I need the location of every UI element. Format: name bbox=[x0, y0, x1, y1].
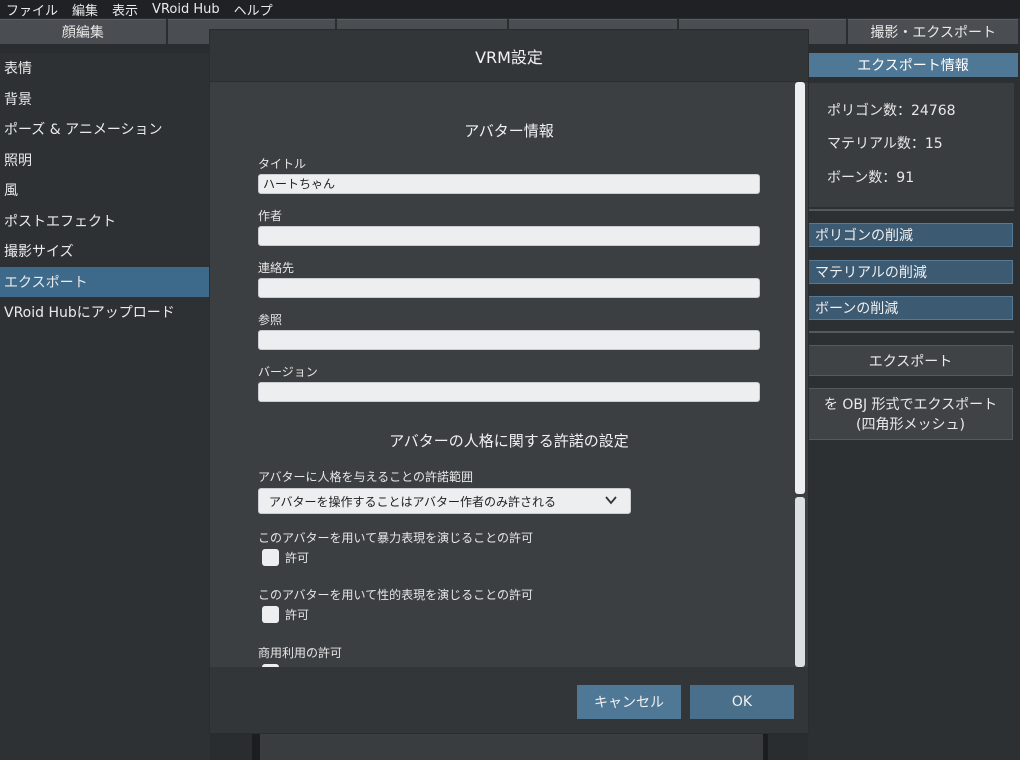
menu-vroid-hub[interactable]: VRoid Hub bbox=[152, 2, 220, 17]
menu-view[interactable]: 表示 bbox=[112, 0, 138, 19]
left-sidebar: 表情 背景 ポーズ & アニメーション 照明 風 ポストエフェクト 撮影サイズ … bbox=[0, 53, 210, 760]
dialog-title: VRM設定 bbox=[210, 30, 808, 82]
violence-permission-checkbox-label: 許可 bbox=[285, 551, 310, 565]
version-input[interactable] bbox=[258, 382, 760, 402]
material-count: マテリアル数：15 bbox=[827, 136, 943, 152]
sidebar-item-shoot-size[interactable]: 撮影サイズ bbox=[0, 236, 210, 267]
sexual-permission-checkbox[interactable] bbox=[262, 606, 279, 623]
export-button[interactable]: エクスポート bbox=[808, 345, 1013, 376]
sidebar-item-export[interactable]: エクスポート bbox=[0, 266, 210, 297]
sidebar-item-lighting[interactable]: 照明 bbox=[0, 145, 210, 176]
export-obj-label-line2: (四角形メッシュ) bbox=[856, 417, 965, 433]
title-input[interactable]: ハートちゃん bbox=[258, 174, 760, 194]
tab-face-edit[interactable]: 顔編集 bbox=[0, 19, 166, 44]
sidebar-item-post-effect[interactable]: ポストエフェクト bbox=[0, 206, 210, 237]
scrollbar-thumb[interactable] bbox=[795, 82, 805, 494]
contact-label: 連絡先 bbox=[258, 261, 295, 275]
cancel-button[interactable]: キャンセル bbox=[577, 685, 681, 719]
bone-count: ボーン数：91 bbox=[827, 170, 915, 186]
sidebar-item-expression[interactable]: 表情 bbox=[0, 53, 210, 84]
scrollbar-track-lower[interactable] bbox=[795, 497, 805, 667]
vrm-settings-dialog: VRM設定 アバター情報 タイトル ハートちゃん 作者 連絡先 参照 バージョン… bbox=[210, 30, 808, 733]
persona-permission-value: アバターを操作することはアバター作者のみ許される bbox=[269, 494, 557, 509]
menu-help[interactable]: ヘルプ bbox=[234, 0, 273, 19]
reduce-polygons-button[interactable]: ポリゴンの削減 bbox=[808, 223, 1013, 247]
reference-label: 参照 bbox=[258, 313, 283, 327]
version-label: バージョン bbox=[258, 365, 318, 379]
tab-shoot-export[interactable]: 撮影・エクスポート bbox=[848, 19, 1018, 44]
divider bbox=[808, 209, 1014, 211]
menu-bar: ファイル 編集 表示 VRoid Hub ヘルプ bbox=[0, 0, 1020, 19]
viewport-border-right bbox=[763, 730, 768, 760]
viewport bbox=[260, 730, 763, 760]
chevron-down-icon bbox=[604, 493, 618, 511]
dialog-content: アバター情報 タイトル ハートちゃん 作者 連絡先 参照 バージョン アバターの… bbox=[210, 82, 808, 667]
menu-edit[interactable]: 編集 bbox=[72, 0, 98, 19]
author-label: 作者 bbox=[258, 209, 283, 223]
sidebar-item-wind[interactable]: 風 bbox=[0, 175, 210, 206]
author-input[interactable] bbox=[258, 226, 760, 246]
contact-input[interactable] bbox=[258, 278, 760, 298]
persona-permission-label: アバターに人格を与えることの許諾範囲 bbox=[258, 470, 474, 484]
permission-heading: アバターの人格に関する許諾の設定 bbox=[389, 432, 629, 450]
ok-button[interactable]: OK bbox=[690, 685, 794, 719]
sexual-permission-label: このアバターを用いて性的表現を演じることの許可 bbox=[258, 588, 534, 602]
title-label: タイトル bbox=[258, 157, 307, 171]
polygon-count: ポリゴン数：24768 bbox=[827, 103, 956, 119]
violence-permission-row: 許可 bbox=[262, 549, 309, 566]
export-info-header: エクスポート情報 bbox=[808, 53, 1018, 77]
reduce-materials-button[interactable]: マテリアルの削減 bbox=[808, 260, 1013, 284]
menu-file[interactable]: ファイル bbox=[6, 0, 58, 19]
sexual-permission-checkbox-label: 許可 bbox=[285, 608, 310, 622]
export-obj-label-line1: を OBJ 形式でエクスポート bbox=[823, 397, 998, 413]
violence-permission-checkbox[interactable] bbox=[262, 549, 279, 566]
reduce-bones-button[interactable]: ボーンの削減 bbox=[808, 296, 1013, 320]
sidebar-item-background[interactable]: 背景 bbox=[0, 84, 210, 115]
avatar-info-heading: アバター情報 bbox=[464, 122, 554, 140]
commercial-permission-label: 商用利用の許可 bbox=[258, 646, 343, 660]
dialog-footer: キャンセル OK bbox=[210, 667, 808, 733]
sidebar-item-pose-animation[interactable]: ポーズ & アニメーション bbox=[0, 114, 210, 145]
violence-permission-label: このアバターを用いて暴力表現を演じることの許可 bbox=[258, 531, 534, 545]
sexual-permission-row: 許可 bbox=[262, 606, 309, 623]
export-obj-button[interactable]: を OBJ 形式でエクスポート (四角形メッシュ) bbox=[808, 388, 1013, 440]
sidebar-item-vroid-hub-upload[interactable]: VRoid Hubにアップロード bbox=[0, 297, 210, 328]
divider bbox=[808, 331, 1014, 333]
reference-input[interactable] bbox=[258, 330, 760, 350]
persona-permission-select[interactable]: アバターを操作することはアバター作者のみ許される bbox=[258, 488, 631, 514]
right-panel: エクスポート情報 ポリゴン数：24768 マテリアル数：15 ボーン数：91 ポ… bbox=[808, 53, 1020, 760]
export-info-box: ポリゴン数：24768 マテリアル数：15 ボーン数：91 bbox=[808, 83, 1014, 207]
dialog-scrollbar[interactable] bbox=[795, 82, 805, 667]
viewport-border-left bbox=[252, 730, 260, 760]
